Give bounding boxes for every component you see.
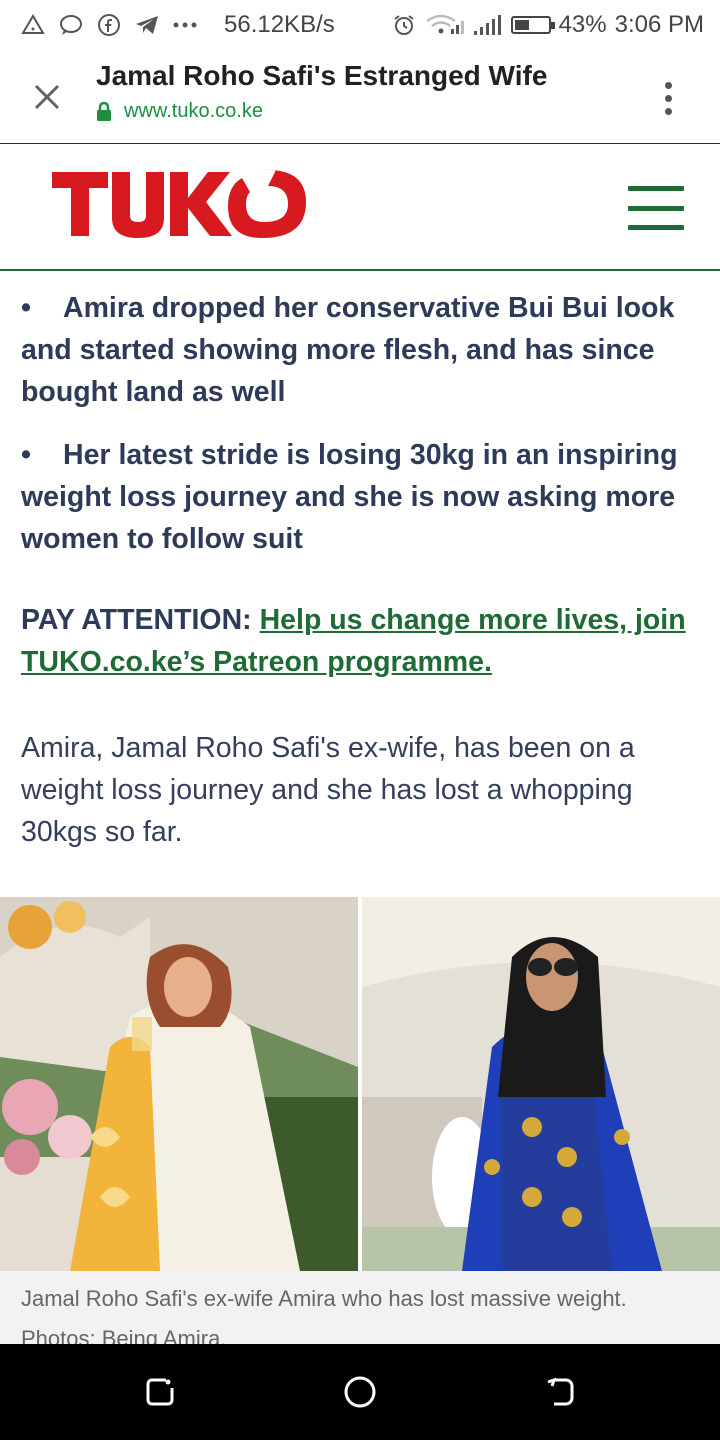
battery-percent: 43% (558, 11, 607, 38)
telegram-icon (134, 12, 160, 38)
system-nav-bar (0, 1344, 720, 1440)
more-dots-icon (172, 12, 198, 38)
alert-icon (20, 12, 46, 38)
list-item: • Amira dropped her conservative Bui Bui … (21, 287, 711, 413)
article-body: • Amira dropped her conservative Bui Bui … (0, 271, 720, 1344)
alarm-icon (391, 12, 417, 38)
back-icon (547, 1377, 574, 1406)
battery-icon (510, 16, 555, 34)
pay-attention-label: PAY ATTENTION: (21, 604, 252, 636)
photo-amira-white-dress (0, 897, 358, 1271)
wifi-icon (425, 12, 465, 38)
photo-amira-blue-dress (362, 897, 720, 1271)
page-url[interactable]: www.tuko.co.ke (96, 100, 263, 123)
url-text: www.tuko.co.ke (124, 100, 263, 122)
overflow-menu-button[interactable] (648, 76, 688, 120)
clock: 3:06 PM (614, 11, 704, 38)
page-title: Jamal Roho Safi's Estranged Wife (96, 60, 548, 91)
hamburger-icon (628, 186, 684, 191)
battery-level (514, 20, 529, 30)
chat-icon (58, 12, 84, 38)
close-tab-button[interactable] (30, 80, 64, 114)
lock-icon (96, 101, 112, 122)
photo-caption: Jamal Roho Safi's ex-wife Amira who has … (0, 1271, 720, 1344)
home-button[interactable] (332, 1364, 388, 1420)
network-speed: 56.12KB/s (224, 11, 335, 38)
article-photo[interactable] (0, 897, 720, 1271)
signal-icon (473, 12, 503, 38)
list-item: • Her latest stride is losing 30kg in an … (21, 434, 711, 560)
facebook-icon (96, 12, 122, 38)
status-bar: 56.12KB/s 43% 3:06 PM (0, 0, 720, 50)
menu-button[interactable] (628, 186, 684, 230)
more-vert-icon (664, 81, 672, 89)
pay-attention-callout: PAY ATTENTION: Help us change more lives… (21, 599, 711, 683)
back-button[interactable] (532, 1364, 588, 1420)
custom-tab-toolbar: Jamal Roho Safi's Estranged Wife www.tuk… (0, 50, 720, 144)
recent-apps-button[interactable] (132, 1364, 188, 1420)
article-paragraph: Amira, Jamal Roho Safi's ex-wife, has be… (21, 732, 635, 848)
bullet-icon: • (21, 439, 31, 471)
site-header (0, 144, 720, 271)
tuko-logo[interactable] (50, 166, 308, 242)
close-icon (34, 84, 60, 110)
home-icon (344, 1376, 376, 1408)
recent-apps-icon (146, 1378, 174, 1406)
bullet-icon: • (21, 292, 31, 324)
